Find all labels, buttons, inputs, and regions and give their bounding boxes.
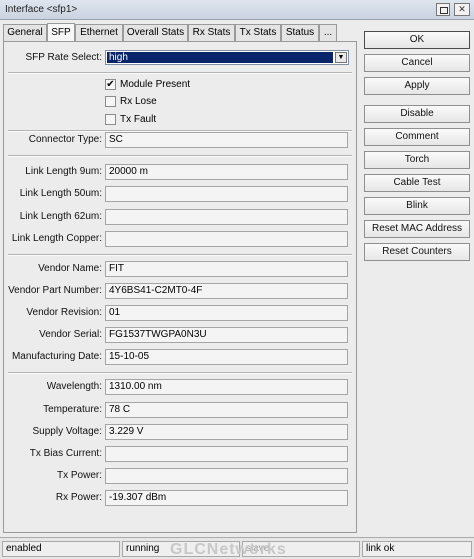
comment-button[interactable]: Comment bbox=[364, 128, 470, 146]
rx-power-field: -19.307 dBm bbox=[105, 490, 348, 506]
wavelength-field: 1310.00 nm bbox=[105, 379, 348, 395]
connector-type-field: SC bbox=[105, 132, 348, 148]
field-label: Link Length Copper: bbox=[11, 233, 102, 244]
field-label: Tx Bias Current: bbox=[29, 448, 102, 459]
checkbox-empty-icon[interactable] bbox=[105, 114, 116, 125]
field-label: Vendor Serial: bbox=[39, 329, 102, 340]
tx-fault-label: Tx Fault bbox=[120, 114, 157, 125]
vendor-name-row: Vendor Name: FIT bbox=[4, 261, 358, 278]
separator bbox=[8, 372, 352, 374]
tab-general[interactable]: General bbox=[3, 24, 47, 41]
tab-ethernet[interactable]: Ethernet bbox=[75, 24, 123, 41]
apply-button[interactable]: Apply bbox=[364, 77, 470, 95]
tab-sfp[interactable]: SFP bbox=[47, 23, 75, 41]
tab-rx-stats[interactable]: Rx Stats bbox=[188, 24, 235, 41]
separator bbox=[8, 254, 352, 256]
tx-bias-current-field bbox=[105, 446, 348, 462]
link-length-50um-field bbox=[105, 186, 348, 202]
torch-button[interactable]: Torch bbox=[364, 151, 470, 169]
temperature-row: Temperature: 78 C bbox=[4, 402, 358, 419]
sfp-rate-select-row: SFP Rate Select: high ▼ bbox=[4, 50, 358, 67]
tx-power-field bbox=[105, 468, 348, 484]
sfp-rate-select-value: high bbox=[107, 52, 333, 63]
watermark-text: GLCNetworks bbox=[170, 541, 287, 558]
connector-type-row: Connector Type: SC bbox=[4, 132, 358, 149]
window-title: Interface <sfp1> bbox=[5, 4, 78, 15]
vendor-revision-row: Vendor Revision: 01 bbox=[4, 305, 358, 322]
field-label: Supply Voltage: bbox=[32, 426, 103, 437]
vendor-revision-field: 01 bbox=[105, 305, 348, 321]
vendor-name-field: FIT bbox=[105, 261, 348, 277]
field-label: Tx Power: bbox=[56, 470, 102, 481]
checkmark-icon[interactable]: ✔ bbox=[105, 79, 116, 90]
title-bar: Interface <sfp1> ✕ bbox=[0, 0, 474, 20]
reset-mac-address-button[interactable]: Reset MAC Address bbox=[364, 220, 470, 238]
field-label: Vendor Revision: bbox=[26, 307, 102, 318]
link-length-copper-field bbox=[105, 231, 348, 247]
separator bbox=[8, 155, 352, 157]
status-link: link ok bbox=[362, 541, 472, 557]
link-length-62um-field bbox=[105, 209, 348, 225]
field-label: Link Length 62um: bbox=[19, 211, 102, 222]
field-label: Vendor Name: bbox=[38, 263, 102, 274]
dropdown-arrow-icon[interactable]: ▼ bbox=[335, 52, 347, 63]
vendor-serial-row: Vendor Serial: FG1537TWGPA0N3U bbox=[4, 327, 358, 344]
status-enabled: enabled bbox=[2, 541, 120, 557]
sfp-rate-select-label: SFP Rate Select: bbox=[25, 52, 102, 63]
module-present-label: Module Present bbox=[120, 79, 191, 90]
field-label: Temperature: bbox=[43, 404, 102, 415]
wavelength-row: Wavelength: 1310.00 nm bbox=[4, 379, 358, 396]
tab-overall-stats[interactable]: Overall Stats bbox=[123, 24, 188, 41]
field-label: Vendor Part Number: bbox=[8, 285, 102, 296]
separator bbox=[8, 72, 352, 74]
field-label: Link Length 9um: bbox=[25, 166, 102, 177]
reset-counters-button[interactable]: Reset Counters bbox=[364, 243, 470, 261]
checkbox-empty-icon[interactable] bbox=[105, 96, 116, 107]
close-window-button[interactable]: ✕ bbox=[454, 3, 470, 16]
supply-voltage-row: Supply Voltage: 3.229 V bbox=[4, 424, 358, 441]
temperature-field: 78 C bbox=[105, 402, 348, 418]
vendor-part-number-field: 4Y6BS41-C2MT0-4F bbox=[105, 283, 348, 299]
link-length-9um-row: Link Length 9um: 20000 m bbox=[4, 164, 358, 181]
tx-power-row: Tx Power: bbox=[4, 468, 358, 485]
rx-lose-label: Rx Lose bbox=[120, 96, 157, 107]
disable-button[interactable]: Disable bbox=[364, 105, 470, 123]
field-label: Manufacturing Date: bbox=[11, 351, 102, 362]
blink-button[interactable]: Blink bbox=[364, 197, 470, 215]
tab-more[interactable]: ... bbox=[319, 24, 337, 41]
rx-power-row: Rx Power: -19.307 dBm bbox=[4, 490, 358, 507]
cable-test-button[interactable]: Cable Test bbox=[364, 174, 470, 192]
ok-button[interactable]: OK bbox=[364, 31, 470, 49]
supply-voltage-field: 3.229 V bbox=[105, 424, 348, 440]
link-length-9um-field: 20000 m bbox=[105, 164, 348, 180]
field-label: Wavelength: bbox=[46, 381, 102, 392]
tab-status[interactable]: Status bbox=[281, 24, 319, 41]
field-label: Link Length 50um: bbox=[19, 188, 102, 199]
vendor-serial-field: FG1537TWGPA0N3U bbox=[105, 327, 348, 343]
cancel-button[interactable]: Cancel bbox=[364, 54, 470, 72]
field-label: Rx Power: bbox=[55, 492, 102, 503]
sfp-panel: SFP Rate Select: high ▼ ✔ Module Present… bbox=[3, 41, 357, 533]
link-length-copper-row: Link Length Copper: bbox=[4, 231, 358, 248]
manufacturing-date-field: 15-10-05 bbox=[105, 349, 348, 365]
manufacturing-date-row: Manufacturing Date: 15-10-05 bbox=[4, 349, 358, 366]
vendor-part-number-row: Vendor Part Number: 4Y6BS41-C2MT0-4F bbox=[4, 283, 358, 300]
tab-tx-stats[interactable]: Tx Stats bbox=[235, 24, 281, 41]
sfp-rate-select-dropdown[interactable]: high ▼ bbox=[105, 50, 349, 65]
field-label: Connector Type: bbox=[28, 134, 102, 145]
link-length-62um-row: Link Length 62um: bbox=[4, 209, 358, 226]
restore-window-button[interactable] bbox=[436, 3, 450, 16]
link-length-50um-row: Link Length 50um: bbox=[4, 186, 358, 203]
tx-bias-current-row: Tx Bias Current: bbox=[4, 446, 358, 463]
